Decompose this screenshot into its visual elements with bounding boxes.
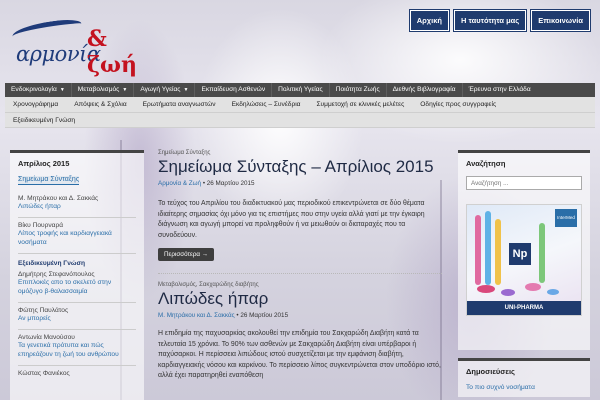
nav-label: Ποιότητα Ζωής xyxy=(335,86,380,93)
post-author[interactable]: Μ. Μητράκου και Δ. Σακκάς xyxy=(158,312,235,319)
sidebar-title: Απρίλιος 2015 xyxy=(18,159,70,168)
top-link-about[interactable]: Η ταυτότητα μας xyxy=(453,10,527,31)
post-meta: Αρμονία & Ζωή • 26 Μαρτίου 2015 xyxy=(158,180,442,187)
nav-label: Εκπαίδευση Ασθενών xyxy=(201,86,266,93)
sidebar-link[interactable]: Επιπλοκές απο το σκελετό στην ομόζυγο β-… xyxy=(18,278,136,296)
publications-link[interactable]: Το πιο συχνό νοσήματα xyxy=(466,384,582,391)
nav-item-events[interactable]: Εκδηλώσεις – Συνέδρια xyxy=(224,101,309,108)
post-date: 26 Μαρτίου 2015 xyxy=(240,312,289,319)
caret-down-icon: ▼ xyxy=(122,87,128,93)
pill-graphic xyxy=(525,283,541,291)
secondary-nav: Χρονογράφημα Απόψεις & Σχόλια Ερωτήματα … xyxy=(5,97,595,113)
publications-widget: Δημοσιεύσεις Το πιο συχνό νοσήματα xyxy=(458,358,590,397)
left-sidebar: Απρίλιος 2015 Σημείωμα Σύνταξης Μ. Μητρά… xyxy=(10,150,144,400)
post-author[interactable]: Αρμονία & Ζωή xyxy=(158,180,201,187)
post-fatty-liver: Μεταβολισμός, Σακχαρώδης διαβήτης Λιπώδε… xyxy=(158,282,442,382)
sidebar-author: Βίκυ Πουρναρά xyxy=(18,222,64,229)
logo-swoosh xyxy=(11,17,83,43)
nav-label: Πολιτική Υγείας xyxy=(278,86,323,93)
nav-item-chronicle[interactable]: Χρονογράφημα xyxy=(5,101,66,108)
post-divider xyxy=(158,273,442,274)
nav-item-research[interactable]: Έρευνα στην Ελλάδα xyxy=(463,83,537,97)
test-tube-graphic xyxy=(475,215,481,285)
sidebar-link[interactable]: Λιπώδες ήπαρ xyxy=(18,202,136,211)
sidebar-divider xyxy=(18,302,136,303)
search-widget: Αναζήτηση Np InterMed UNI-PHARMA xyxy=(458,150,590,350)
sidebar-link-editorial[interactable]: Σημείωμα Σύνταξης xyxy=(18,176,80,185)
nav-item-endocrinology[interactable]: Ενδοκρινολογία ▼ xyxy=(5,83,72,97)
sidebar-divider xyxy=(18,253,136,254)
nav-item-clinical-trials[interactable]: Συμμετοχή σε κλινικές μελέτες xyxy=(308,101,412,108)
nav-item-bibliography[interactable]: Διεθνής Βιβλιογραφία xyxy=(387,83,463,97)
test-tube-graphic xyxy=(485,211,491,285)
nav-item-health-policy[interactable]: Πολιτική Υγείας xyxy=(272,83,330,97)
sidebar-link[interactable]: Τα γενετικά πρότυπα και πώς επηρεάζουν τ… xyxy=(18,341,136,359)
nav-item-quality-of-life[interactable]: Ποιότητα Ζωής xyxy=(330,83,387,97)
sidebar-divider xyxy=(18,329,136,330)
sponsor-banner[interactable]: Np InterMed UNI-PHARMA xyxy=(466,204,582,316)
nav-item-specialized-knowledge[interactable]: Εξειδικευμένη Γνώση xyxy=(5,117,83,124)
nav-item-patient-education[interactable]: Εκπαίδευση Ασθενών xyxy=(195,83,273,97)
caret-down-icon: ▼ xyxy=(59,87,65,93)
nav-label: Αγωγή Υγείας xyxy=(140,86,181,93)
sidebar-author: Μ. Μητράκου και Δ. Σακκάς xyxy=(18,195,99,202)
top-link-contact[interactable]: Επικοινωνία xyxy=(531,10,590,31)
caret-down-icon: ▼ xyxy=(183,87,189,93)
sidebar-author: Αντωνία Μανούσου xyxy=(18,334,75,341)
post-categories[interactable]: Σημείωμα Σύνταξης xyxy=(158,150,442,156)
logo-amp: & ζωή xyxy=(87,26,137,78)
nav-item-metabolism[interactable]: Μεταβολισμός ▼ xyxy=(72,83,135,97)
sidebar-link[interactable]: Λίπος τροφής και καρδιαγγειακά νοσήματα xyxy=(18,229,136,247)
pill-graphic xyxy=(547,289,559,295)
pill-graphic xyxy=(501,289,515,296)
top-link-home[interactable]: Αρχική xyxy=(409,10,449,31)
main-content: Σημείωμα Σύνταξης Σημείωμα Σύνταξης – Απ… xyxy=(150,150,450,400)
post-excerpt: Η επιδημία της παχυσαρκίας ακολουθεί την… xyxy=(158,330,441,379)
primary-nav: Ενδοκρινολογία ▼ Μεταβολισμός ▼ Αγωγή Υγεί… xyxy=(5,83,595,97)
nav-item-reader-questions[interactable]: Ερωτήματα αναγνωστών xyxy=(135,101,224,108)
read-more-button[interactable]: Περισσότερα → xyxy=(158,248,215,261)
sidebar-author: Φώτης Παυλάτος xyxy=(18,307,69,314)
tertiary-nav: Εξειδικευμένη Γνώση xyxy=(5,113,595,128)
test-tube-graphic xyxy=(539,223,545,283)
sidebar-section: Εξειδικευμένη Γνώση xyxy=(18,260,86,267)
post-categories[interactable]: Μεταβολισμός, Σακχαρώδης διαβήτης xyxy=(158,282,442,288)
nav-label: Έρευνα στην Ελλάδα xyxy=(468,86,531,93)
sidebar-author: Δημήτρης Στεφανόπουλος xyxy=(18,271,95,278)
top-links: Αρχική Η ταυτότητα μας Επικοινωνία xyxy=(409,10,590,31)
sidebar-link[interactable]: Αν μπορείς xyxy=(18,314,136,323)
post-meta: Μ. Μητράκου και Δ. Σακκάς • 26 Μαρτίου 2… xyxy=(158,312,442,319)
right-sidebar: Αναζήτηση Np InterMed UNI-PHARMA Δημοσιε… xyxy=(458,150,590,400)
nav-label: Διεθνής Βιβλιογραφία xyxy=(392,86,456,93)
nav-label: Μεταβολισμός xyxy=(77,86,120,93)
intermed-badge: InterMed xyxy=(555,209,577,227)
sidebar-divider xyxy=(18,217,136,218)
search-input[interactable] xyxy=(471,179,577,187)
sponsor-brand: UNI-PHARMA xyxy=(467,301,581,315)
pill-graphic xyxy=(477,285,495,293)
site-logo[interactable]: αρμονία & ζωή xyxy=(10,10,140,78)
nav-item-author-guidelines[interactable]: Οδηγίες προς συγγραφείς xyxy=(412,101,504,108)
publications-title: Δημοσιεύσεις xyxy=(466,367,515,376)
post-title[interactable]: Σημείωμα Σύνταξης – Απρίλιος 2015 xyxy=(158,157,442,177)
test-tube-graphic xyxy=(495,219,501,285)
post-date: 26 Μαρτίου 2015 xyxy=(206,180,255,187)
search-widget-title: Αναζήτηση xyxy=(466,159,506,168)
sidebar-divider xyxy=(18,365,136,366)
np-label: Np xyxy=(509,243,531,265)
sidebar-author: Κώστας Φανιέκος xyxy=(18,370,70,377)
nav-item-health-education[interactable]: Αγωγή Υγείας ▼ xyxy=(134,83,196,97)
post-title[interactable]: Λιπώδες ήπαρ xyxy=(158,289,442,309)
nav-label: Ενδοκρινολογία xyxy=(11,86,57,93)
post-excerpt: Το τεύχος του Απριλίου του διαδικτυακού … xyxy=(158,200,425,239)
search-box[interactable] xyxy=(466,176,582,190)
post-editorial: Σημείωμα Σύνταξης Σημείωμα Σύνταξης – Απ… xyxy=(158,150,442,261)
nav-item-opinions[interactable]: Απόψεις & Σχόλια xyxy=(66,101,134,108)
